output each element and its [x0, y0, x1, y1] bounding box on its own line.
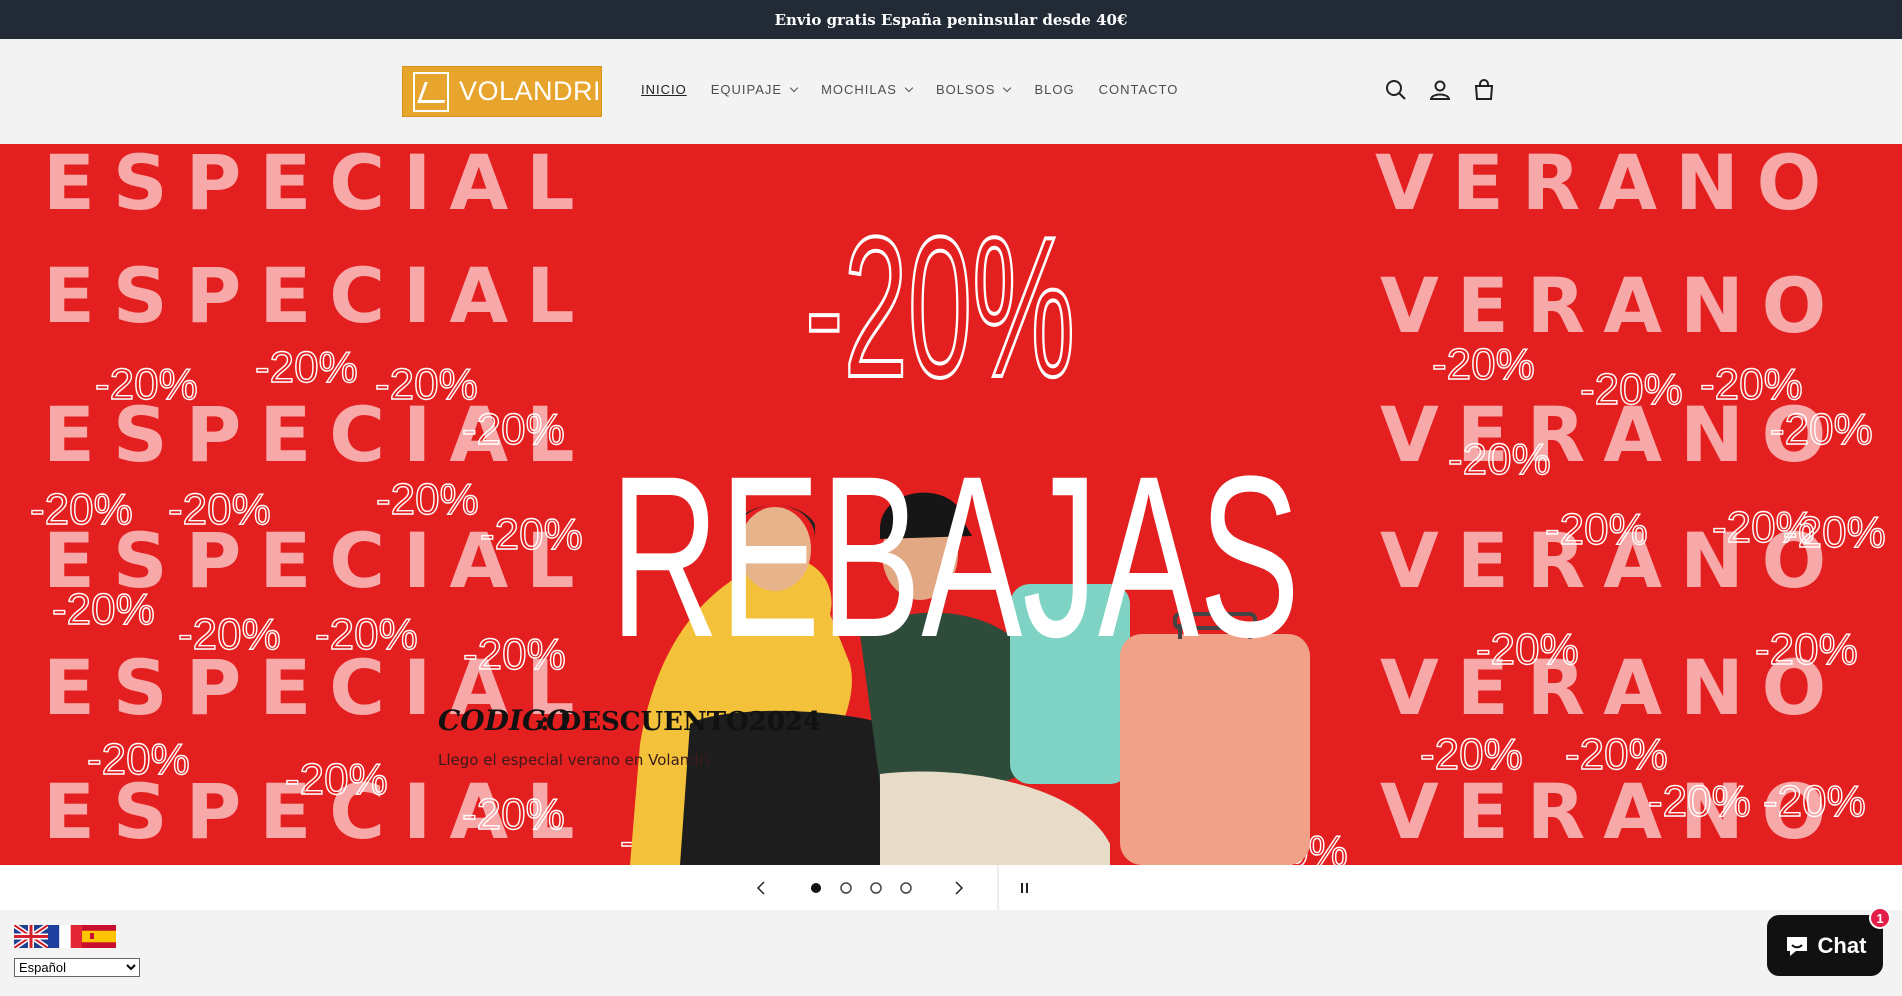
search-icon[interactable] — [1384, 78, 1408, 102]
slider-controls — [0, 865, 1902, 910]
announcement-text: Envio gratis España peninsular desde 40€ — [774, 10, 1128, 29]
slide-dot-2[interactable] — [840, 882, 852, 894]
previous-slide-icon[interactable] — [756, 881, 765, 895]
svg-text:-20%: -20% — [1763, 777, 1866, 826]
nav-item-inicio[interactable]: INICIO — [641, 82, 687, 97]
svg-text:-20%: -20% — [87, 735, 190, 784]
svg-text:-20%: -20% — [168, 485, 271, 534]
svg-text:-20%: -20% — [1476, 625, 1579, 674]
spain-flag-icon[interactable] — [82, 925, 116, 948]
logo[interactable]: VOLANDRI — [402, 66, 602, 117]
svg-text:ESPECIAL: ESPECIAL — [43, 144, 593, 227]
svg-text:-20%: -20% — [1648, 777, 1751, 826]
svg-text:-20%: -20% — [315, 610, 418, 659]
next-slide-icon[interactable] — [955, 881, 964, 895]
svg-text:VERANO: VERANO — [1380, 261, 1844, 350]
chat-button[interactable]: Chat 1 — [1767, 907, 1891, 976]
svg-text:-20%: -20% — [285, 755, 388, 804]
svg-text:-20%: -20% — [30, 485, 133, 534]
hero-banner: ESPECIAL ESPECIAL ESPECIAL ESPECIAL ESPE… — [0, 144, 1902, 865]
logo-text: VOLANDRI — [458, 76, 601, 106]
nav-item-mochilas[interactable]: MOCHILAS — [821, 82, 914, 97]
hero-code-text: CODIGO : DESCUENTO2024 — [438, 704, 821, 737]
chat-label: Chat — [1817, 932, 1867, 958]
pause-icon[interactable] — [1021, 883, 1028, 893]
france-flag-icon[interactable] — [48, 925, 82, 948]
svg-text:-20%: -20% — [376, 475, 479, 524]
nav-item-blog[interactable]: BLOG — [1034, 82, 1074, 97]
nav-item-bolsos[interactable]: BOLSOS — [936, 82, 1012, 97]
chat-bubble-icon — [1786, 936, 1807, 956]
svg-text:: DESCUENTO2024: : DESCUENTO2024 — [540, 707, 821, 737]
svg-text:-20%: -20% — [1432, 340, 1535, 389]
svg-text:-20%: -20% — [462, 405, 565, 454]
nav-item-equipaje[interactable]: EQUIPAJE — [711, 82, 799, 97]
hero-slide[interactable]: ESPECIAL ESPECIAL ESPECIAL ESPECIAL ESPE… — [0, 144, 1902, 865]
language-flags — [14, 925, 116, 948]
svg-text:-20%: -20% — [1770, 405, 1873, 454]
hero-subtitle: Llego el especial verano en Volandri — [438, 751, 709, 769]
svg-text:-20%: -20% — [1545, 505, 1648, 554]
account-icon[interactable] — [1428, 78, 1452, 102]
svg-text:-20%: -20% — [1420, 730, 1523, 779]
announcement-bar: Envio gratis España peninsular desde 40€ — [0, 0, 1902, 39]
svg-text:-20%: -20% — [95, 360, 198, 409]
chevron-down-icon — [789, 83, 799, 92]
svg-text:-20%: -20% — [255, 343, 358, 392]
slide-dot-1[interactable] — [811, 883, 821, 893]
slide-dot-4[interactable] — [900, 882, 912, 894]
svg-text:-20%: -20% — [375, 360, 478, 409]
svg-text:-20%: -20% — [1783, 508, 1886, 557]
slide-dot-3[interactable] — [870, 882, 882, 894]
svg-text:-20%: -20% — [1448, 435, 1551, 484]
hero-headline: REBAJAS — [610, 428, 1300, 685]
cart-icon[interactable] — [1472, 78, 1496, 102]
logo-bird-icon — [413, 71, 449, 112]
svg-text:-20%: -20% — [1580, 365, 1683, 414]
uk-flag-icon[interactable] — [14, 925, 48, 948]
nav-item-contacto[interactable]: CONTACTO — [1099, 82, 1179, 97]
page-footer-area — [0, 910, 1902, 996]
svg-text:VERANO: VERANO — [1375, 144, 1839, 227]
site-header: VOLANDRI INICIO EQUIPAJE MOCHILAS BOLSOS… — [0, 39, 1902, 144]
svg-text:-20%: -20% — [462, 790, 565, 839]
svg-text:-20%: -20% — [1565, 730, 1668, 779]
svg-text:-20%: -20% — [178, 610, 281, 659]
main-nav: INICIO EQUIPAJE MOCHILAS BOLSOS BLOG CON… — [641, 82, 1202, 97]
chat-badge: 1 — [1869, 907, 1891, 929]
svg-text:-20%: -20% — [480, 510, 583, 559]
slider-controls-svg — [756, 865, 1028, 910]
hero-big-percent: -20% — [805, 196, 1075, 419]
chevron-down-icon — [904, 83, 914, 92]
svg-text:-20%: -20% — [1700, 360, 1803, 409]
svg-text:-20%: -20% — [463, 630, 566, 679]
chevron-down-icon — [1003, 83, 1012, 92]
svg-text:ESPECIAL: ESPECIAL — [43, 251, 593, 340]
svg-text:-20%: -20% — [52, 585, 155, 634]
svg-text:-20%: -20% — [1755, 625, 1858, 674]
language-select[interactable]: Español — [14, 958, 140, 977]
